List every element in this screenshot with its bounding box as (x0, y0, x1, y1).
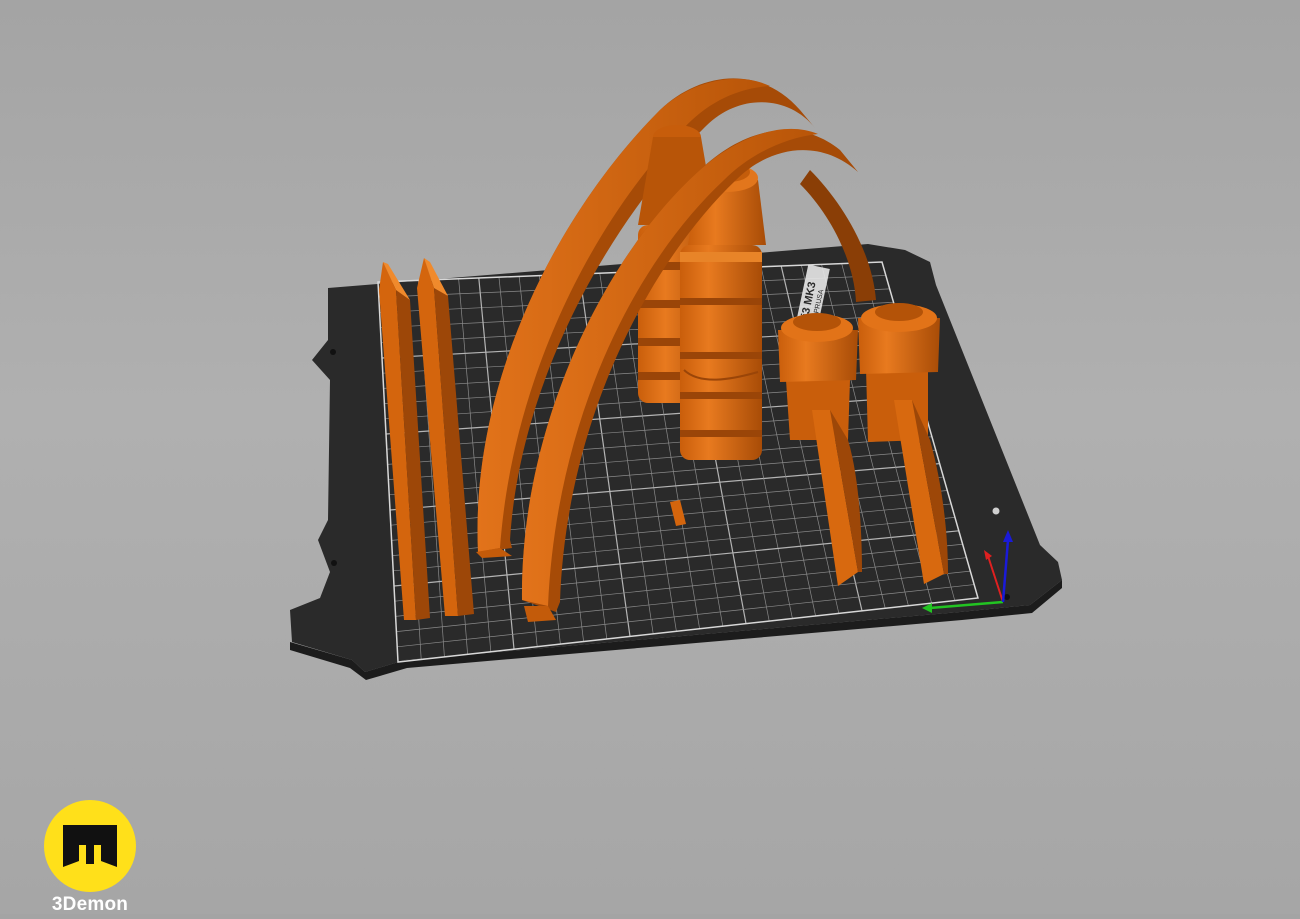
watermark: 3Demon (30, 798, 150, 915)
brand-name: 3Demon (51, 894, 129, 915)
bed-hole (331, 560, 337, 566)
bed-hole (1004, 594, 1010, 600)
bed-hole (330, 349, 336, 355)
3d-viewport[interactable]: i3 MK3 PRUSA (0, 0, 1300, 914)
3demon-logo-icon (44, 800, 136, 892)
bed-hole (992, 507, 1000, 515)
